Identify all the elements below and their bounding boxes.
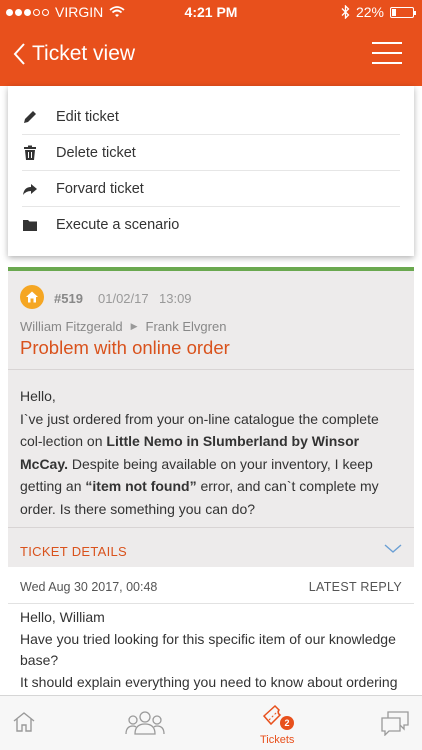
tab-users[interactable] xyxy=(110,696,190,750)
battery-icon xyxy=(390,6,416,18)
bottom-tab-bar: 2 Tickets xyxy=(0,695,422,750)
message-body: I`ve just ordered from your on-line cata… xyxy=(20,408,404,521)
tab-chat[interactable] xyxy=(370,696,422,750)
reply-date: Wed Aug 30 2017, 00:48 xyxy=(20,580,158,594)
reply-line: It should explain everything you need to… xyxy=(20,673,398,690)
menu-item-label: Forvard ticket xyxy=(56,180,144,197)
hamburger-menu-icon[interactable] xyxy=(372,42,402,64)
ticket-date: 01/02/17 xyxy=(98,291,149,306)
tab-tickets-label: Tickets xyxy=(260,734,295,746)
home-icon xyxy=(20,285,44,309)
page-title: Ticket view xyxy=(32,42,136,65)
menu-item-label: Delete ticket xyxy=(56,144,136,161)
latest-reply-card: Wed Aug 30 2017, 00:48 LATEST REPLY Hell… xyxy=(8,567,414,697)
home-icon xyxy=(13,712,35,732)
forward-arrow-icon xyxy=(23,183,37,195)
battery-percent: 22% xyxy=(355,4,384,20)
menu-item-execute-scenario[interactable]: Execute a scenario xyxy=(22,207,400,243)
play-arrow-icon: ▶ xyxy=(130,321,138,331)
tab-home[interactable] xyxy=(0,696,60,750)
ticket-time: 13:09 xyxy=(159,291,192,306)
navigation-bar: Ticket view xyxy=(0,24,422,86)
tickets-badge: 2 xyxy=(280,716,294,730)
menu-item-edit-ticket[interactable]: Edit ticket xyxy=(22,99,400,135)
chevron-left-icon[interactable] xyxy=(12,41,28,67)
reply-line: Have you tried looking for this specific… xyxy=(20,630,396,669)
divider xyxy=(8,603,414,604)
tab-tickets[interactable]: 2 Tickets xyxy=(245,696,315,750)
reply-line: Hello, William xyxy=(20,609,105,625)
trash-icon xyxy=(24,145,36,160)
folder-icon xyxy=(23,220,37,231)
ticket-details-label: TICKET DETAILS xyxy=(20,544,128,559)
chat-bubbles-icon xyxy=(381,711,409,736)
ticket-actions-menu: Edit ticket Delete ticket Forvard ticket… xyxy=(8,86,414,256)
ticket-id: #519 xyxy=(54,291,83,306)
users-icon xyxy=(125,711,165,735)
menu-item-forward-ticket[interactable]: Forvard ticket xyxy=(22,171,400,207)
bluetooth-icon xyxy=(341,5,350,19)
message-greeting: Hello, xyxy=(20,388,56,404)
pencil-icon xyxy=(24,110,36,123)
battery-level xyxy=(392,8,396,16)
menu-item-delete-ticket[interactable]: Delete ticket xyxy=(22,135,400,171)
reply-body: Hello, William Have you tried looking fo… xyxy=(20,607,404,693)
ticket-message: Hello, I`ve just ordered from your on-li… xyxy=(20,385,404,520)
menu-item-label: Execute a scenario xyxy=(56,217,180,233)
latest-reply-label: LATEST REPLY xyxy=(308,580,402,594)
menu-item-label: Edit ticket xyxy=(56,108,119,125)
divider xyxy=(8,369,414,370)
ticket-from: William Fitzgerald xyxy=(20,319,123,334)
ticket-details-toggle[interactable]: TICKET DETAILS xyxy=(8,527,414,571)
message-bold-error: “item not found” xyxy=(85,478,197,494)
status-bar: VIRGIN 4:21 PM 22% xyxy=(0,0,422,24)
ticket-participants: William Fitzgerald ▶ Frank Elvgren xyxy=(20,319,226,334)
chevron-down-icon xyxy=(384,544,402,553)
ticket-subject: Problem with online order xyxy=(20,337,230,358)
ticket-card: #519 01/02/17 13:09 William Fitzgerald ▶… xyxy=(8,267,414,567)
ticket-to: Frank Elvgren xyxy=(145,319,227,334)
